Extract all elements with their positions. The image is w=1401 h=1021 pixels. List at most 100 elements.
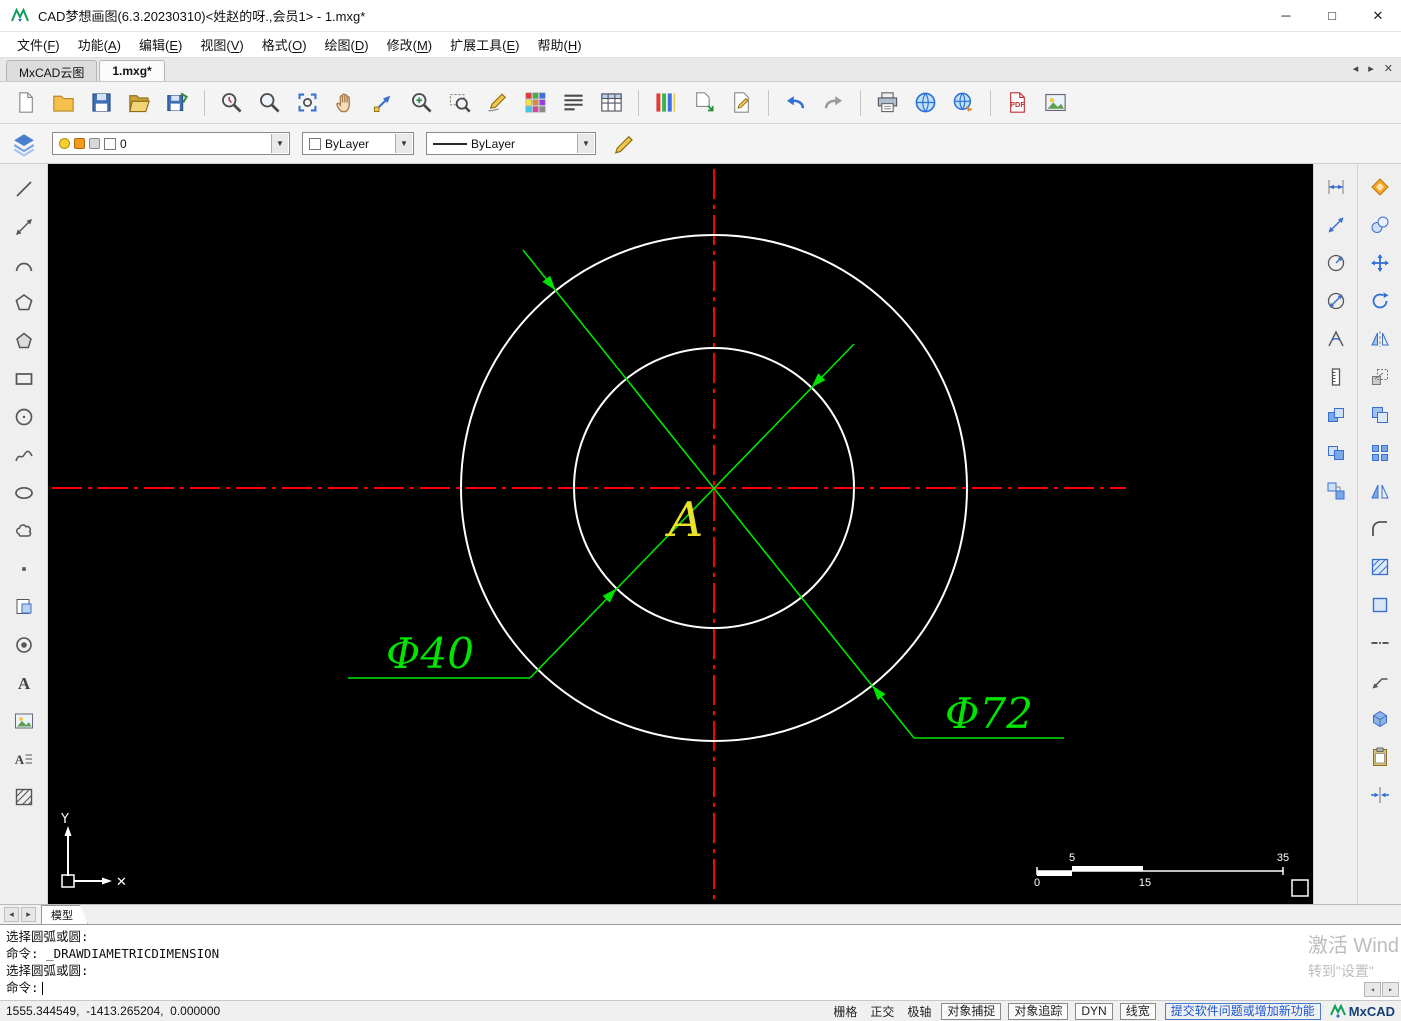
draw-line-button[interactable] [8,174,40,204]
insert-image-button[interactable] [8,706,40,736]
menu-function[interactable]: 功能(A) [69,31,130,58]
layout-scroll-right-button[interactable]: ▸ [21,907,36,922]
modify-array-button[interactable] [1364,438,1396,468]
export-button[interactable] [686,87,721,119]
menu-format[interactable]: 格式(O) [253,31,316,58]
menu-edit[interactable]: 编辑(E) [130,31,191,58]
draw-point-button[interactable] [8,554,40,584]
zoom-window-button[interactable] [252,87,287,119]
open-file-button[interactable] [46,87,81,119]
modify-erase-button[interactable] [1364,172,1396,202]
redo-button[interactable] [816,87,851,119]
status-toggle-osnap[interactable]: 对象捕捉 [941,1002,1002,1020]
status-toggle-polar[interactable]: 极轴 [904,1003,934,1020]
dimension-inner[interactable]: Φ40 [348,343,855,679]
chevron-down-icon[interactable]: ▼ [577,134,594,153]
modify-region-button[interactable] [1364,590,1396,620]
dim-continue-button[interactable] [1320,438,1352,468]
menu-view[interactable]: 视图(V) [191,31,252,58]
modify-copy-button[interactable] [1364,210,1396,240]
image-export-button[interactable] [1038,87,1073,119]
dim-ordinate-button[interactable] [1320,362,1352,392]
command-line-panel[interactable]: 选择圆弧或圆: 命令: _DRAWDIAMETRICDIMENSION 选择圆弧或圆… [0,924,1401,1000]
layers-icon[interactable] [8,129,40,159]
status-toggle-otrack[interactable]: 对象追踪 [1008,1002,1069,1020]
dim-angular-button[interactable] [1320,324,1352,354]
status-toggle-dyn[interactable]: DYN [1075,1002,1113,1020]
pan-button[interactable] [328,87,363,119]
draw-xline-button[interactable] [8,212,40,242]
menu-file[interactable]: 文件(F) [8,31,69,58]
dim-aligned-button[interactable] [1320,210,1352,240]
draw-revcloud-button[interactable] [8,516,40,546]
zoom-previous-button[interactable] [214,87,249,119]
status-toggle-ortho[interactable]: 正交 [867,1003,897,1020]
dim-baseline-button[interactable] [1320,400,1352,430]
modify-linetype-button[interactable] [1364,628,1396,658]
insert-block-button[interactable] [8,592,40,622]
open-folder-button[interactable] [122,87,157,119]
model-tab[interactable]: 模型 [41,905,88,925]
layout-scroll-left-button[interactable]: ◂ [4,907,19,922]
feedback-link[interactable]: 提交软件问题或增加新功能 [1164,1002,1321,1020]
modify-align-button[interactable] [1364,476,1396,506]
modify-mirror-button[interactable] [1364,324,1396,354]
print-button[interactable] [870,87,905,119]
layer-manager-button[interactable] [594,87,629,119]
zoom-object-button[interactable] [442,87,477,119]
modify-scale-button[interactable] [1364,362,1396,392]
modify-extrude-button[interactable] [1364,704,1396,734]
close-button[interactable]: ✕ [1355,0,1401,31]
drawing-canvas[interactable]: Φ72 Φ40 A Y ✕ 5 35 0 15 [48,164,1313,904]
draw-donut-button[interactable] [8,630,40,660]
chevron-down-icon[interactable]: ▼ [271,134,288,153]
dimension-outer[interactable]: Φ72 [522,249,1064,739]
minimize-button[interactable]: ─ [1263,0,1309,31]
chevron-down-icon[interactable]: ▼ [395,134,412,153]
status-toggle-lineweight[interactable]: 线宽 [1119,1002,1156,1020]
draw-order-button[interactable] [648,87,683,119]
draw-spline-button[interactable] [8,440,40,470]
zoom-realtime-button[interactable] [404,87,439,119]
dim-diameter-button[interactable] [1320,286,1352,316]
menu-ext-tools[interactable]: 扩展工具(E) [441,31,528,58]
undo-button[interactable] [778,87,813,119]
command-scroll-left-button[interactable]: ◂ [1364,982,1381,997]
command-line[interactable]: 命令: [6,979,1395,996]
command-scroll-right-button[interactable]: ▸ [1382,982,1399,997]
draw-arc-button[interactable] [8,250,40,280]
tab-1mxg[interactable]: 1.mxg* [99,60,165,81]
draw-ellipse-button[interactable] [8,478,40,508]
modify-hatch-edit-button[interactable] [1364,552,1396,582]
draw-polyline-button[interactable] [8,288,40,318]
draw-circle-button[interactable] [8,402,40,432]
status-toggle-grid[interactable]: 栅格 [830,1003,860,1020]
zoom-extents-button[interactable] [290,87,325,119]
maximize-button[interactable]: □ [1309,0,1355,31]
drawing-viewport[interactable]: Φ72 Φ40 A Y ✕ 5 35 0 15 [48,164,1313,904]
draw-rectangle-button[interactable] [8,364,40,394]
draw-order-pencil-icon[interactable] [608,129,640,159]
draw-mtext-button[interactable]: A [8,744,40,774]
color-select[interactable]: ByLayer ▼ [302,132,414,155]
sketch-button[interactable] [480,87,515,119]
save-button[interactable] [84,87,119,119]
draw-text-button[interactable]: A [8,668,40,698]
dim-radius-button[interactable] [1320,248,1352,278]
modify-rotate-button[interactable] [1364,286,1396,316]
tab-mxcad-cloud[interactable]: MxCAD云图 [6,60,98,81]
new-file-button[interactable] [8,87,43,119]
tab-close-button[interactable]: ✕ [1384,62,1393,75]
options-button[interactable] [724,87,759,119]
save-as-button[interactable] [160,87,195,119]
pdf-export-button[interactable]: PDF [1000,87,1035,119]
modify-trim-button[interactable] [1364,780,1396,810]
layer-select[interactable]: 0 ▼ [52,132,290,155]
tab-scroll-left-button[interactable]: ◂ [1353,62,1359,75]
color-palette-button[interactable] [518,87,553,119]
menu-help[interactable]: 帮助(H) [529,31,591,58]
publish-button[interactable] [946,87,981,119]
draw-polygon-button[interactable] [8,326,40,356]
web-button[interactable] [908,87,943,119]
menu-draw[interactable]: 绘图(D) [316,31,378,58]
